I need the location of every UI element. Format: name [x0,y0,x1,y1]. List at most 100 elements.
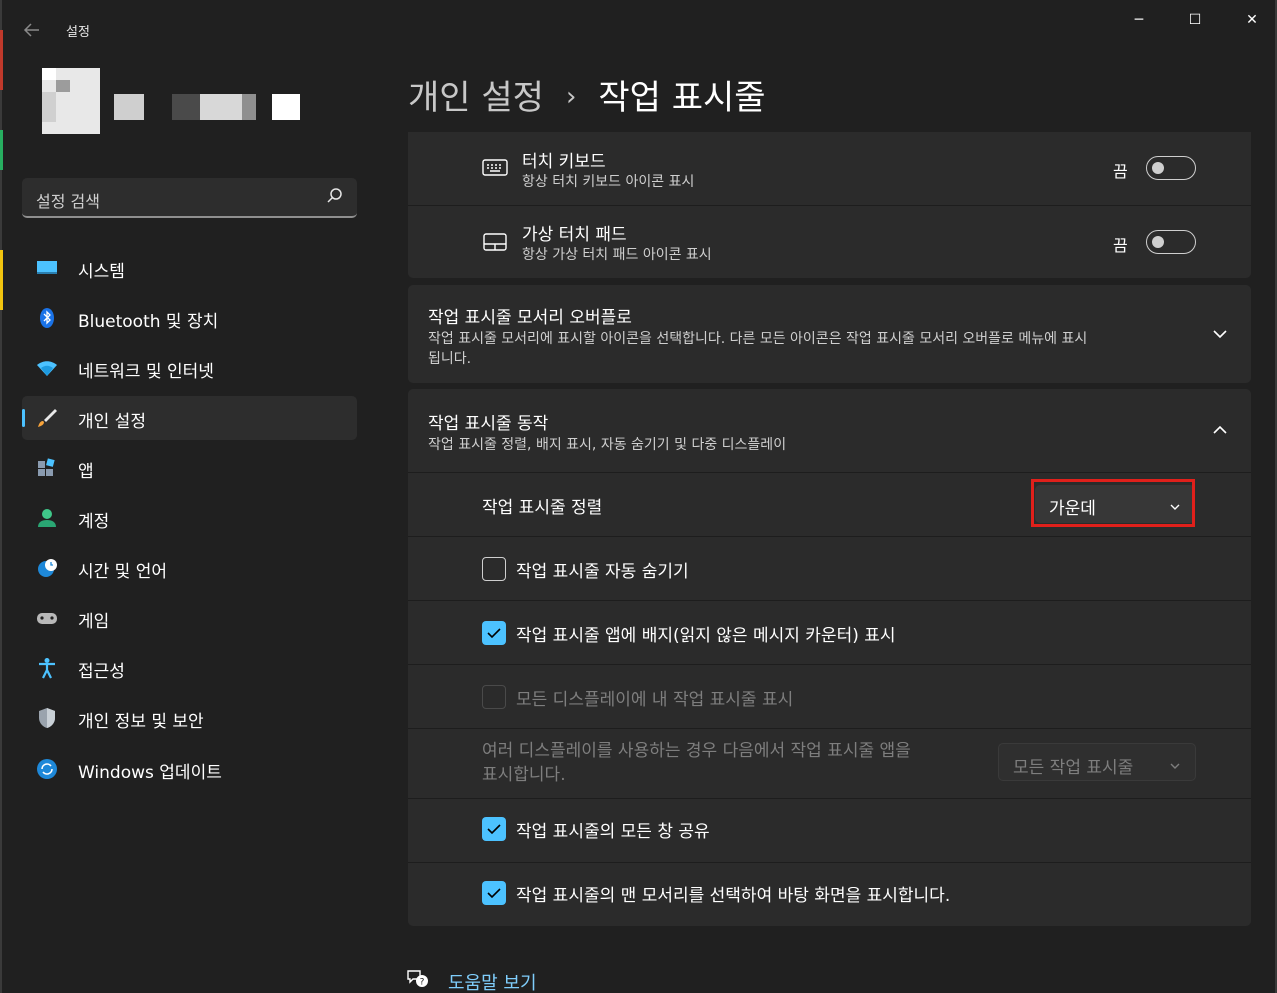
highlight-box [1031,479,1195,527]
multi-display-value: 모든 작업 표시줄 [1013,758,1134,778]
share-windows-label: 작업 표시줄의 모든 창 공유 [516,822,710,842]
touch-keyboard-toggle[interactable] [1146,156,1196,180]
sidebar-item-accessibility[interactable]: 접근성 [22,646,357,690]
breadcrumb-parent[interactable]: 개인 설정 [408,78,544,118]
bluetooth-icon [36,307,58,329]
sidebar-item-label: 계정 [78,512,110,532]
show-desktop-checkbox[interactable] [482,881,506,905]
help-chat-icon: ? [406,968,430,990]
all-displays-checkbox[interactable] [482,685,506,709]
overflow-subtitle-1: 작업 표시줄 모서리에 표시할 아이콘을 선택합니다. 다른 모든 아이콘은 작… [428,331,1088,347]
multi-display-label-2: 표시합니다. [482,765,566,785]
virtual-touchpad-state: 끔 [1113,236,1128,255]
badges-checkbox[interactable] [482,621,506,645]
virtual-touchpad-title: 가상 터치 패드 [522,225,627,245]
keyboard-icon [482,158,508,178]
back-arrow-icon[interactable] [20,18,44,42]
search-input[interactable]: 설정 검색 [22,178,357,218]
multi-display-label-1: 여러 디스플레이를 사용하는 경우 다음에서 작업 표시줄 앱을 [482,741,911,761]
close-button[interactable]: ✕ [1229,8,1275,32]
active-indicator [22,409,25,427]
auto-hide-label: 작업 표시줄 자동 숨기기 [516,562,689,582]
taskbar-corner-icons-card: 터치 키보드 항상 터치 키보드 아이콘 표시 끔 가상 터치 패드 항상 가상… [408,132,1251,278]
auto-hide-checkbox[interactable] [482,557,506,581]
toggle-knob [1152,162,1164,174]
show-desktop-label: 작업 표시줄의 맨 모서리를 선택하여 바탕 화면을 표시합니다. [516,886,951,906]
maximize-button[interactable]: ☐ [1172,8,1218,32]
minimize-button[interactable]: ─ [1116,8,1162,32]
sidebar-item-gaming[interactable]: 게임 [22,596,357,640]
accessibility-icon [36,657,58,679]
badges-row: 작업 표시줄 앱에 배지(읽지 않은 메시지 카운터) 표시 [408,601,1251,664]
left-accent-strip-2 [0,130,3,170]
chevron-up-icon[interactable] [1210,420,1230,440]
sidebar-item-apps[interactable]: 앱 [22,446,357,490]
get-help-link[interactable]: 도움말 보기 [448,969,537,993]
behaviors-title: 작업 표시줄 동작 [428,414,549,434]
multi-display-row: 여러 디스플레이를 사용하는 경우 다음에서 작업 표시줄 앱을 표시합니다. … [408,729,1251,798]
touch-keyboard-row: 터치 키보드 항상 터치 키보드 아이콘 표시 끔 [408,132,1251,205]
touch-keyboard-subtitle: 항상 터치 키보드 아이콘 표시 [522,174,695,190]
app-title: 설정 [66,25,90,40]
share-windows-row: 작업 표시줄의 모든 창 공유 [408,799,1251,862]
search-icon [325,186,345,206]
apps-icon [36,457,58,479]
toggle-knob [1152,236,1164,248]
sidebar-item-windows-update[interactable]: Windows 업데이트 [22,747,357,791]
avatar[interactable] [42,68,100,134]
behaviors-subtitle: 작업 표시줄 정렬, 배지 표시, 자동 숨기기 및 다중 디스플레이 [428,437,787,453]
sidebar-item-privacy[interactable]: 개인 정보 및 보안 [22,696,357,740]
svg-text:?: ? [420,978,425,988]
sidebar-item-label: 시간 및 언어 [78,562,168,582]
breadcrumb-separator: › [565,82,577,112]
overflow-title: 작업 표시줄 모서리 오버플로 [428,308,632,328]
profile-name-blurred [114,94,144,120]
alignment-label: 작업 표시줄 정렬 [482,498,603,518]
sidebar-item-accounts[interactable]: 계정 [22,496,357,540]
shield-icon [36,707,58,729]
sidebar-item-system[interactable]: 시스템 [22,246,357,290]
sidebar-item-label: 개인 설정 [78,412,146,432]
virtual-touchpad-subtitle: 항상 가상 터치 패드 아이콘 표시 [522,247,712,263]
sidebar-item-label: Windows 업데이트 [78,763,222,783]
taskbar-corner-overflow-card[interactable]: 작업 표시줄 모서리 오버플로 작업 표시줄 모서리에 표시할 아이콘을 선택합… [408,285,1251,383]
sidebar-item-bluetooth[interactable]: Bluetooth 및 장치 [22,296,357,340]
sidebar-item-time-language[interactable]: 시간 및 언어 [22,546,357,590]
badges-label: 작업 표시줄 앱에 배지(읽지 않은 메시지 카운터) 표시 [516,626,896,646]
touch-keyboard-title: 터치 키보드 [522,152,606,172]
sidebar-item-network[interactable]: 네트워크 및 인터넷 [22,346,357,390]
sidebar-item-label: Bluetooth 및 장치 [78,312,219,332]
alignment-row: 작업 표시줄 정렬 가운데 [408,473,1251,536]
sidebar-item-label: 개인 정보 및 보안 [78,712,204,732]
share-windows-checkbox[interactable] [482,817,506,841]
title-bar: 설정 ─ ☐ ✕ [0,0,1277,60]
globe-clock-icon [36,557,58,579]
virtual-touchpad-toggle[interactable] [1146,230,1196,254]
sidebar-item-label: 시스템 [78,262,125,282]
sidebar-item-personalization[interactable]: 개인 설정 [22,396,357,440]
touchpad-icon [482,232,508,252]
show-desktop-row: 작업 표시줄의 맨 모서리를 선택하여 바탕 화면을 표시합니다. [408,863,1251,926]
gamepad-icon [36,607,58,629]
profile-email-blurred-3 [242,94,256,120]
virtual-touchpad-row: 가상 터치 패드 항상 가상 터치 패드 아이콘 표시 끔 [408,206,1251,278]
behaviors-header[interactable]: 작업 표시줄 동작 작업 표시줄 정렬, 배지 표시, 자동 숨기기 및 다중 … [408,389,1251,472]
page-title: 작업 표시줄 [598,78,766,118]
profile-email-blurred-4 [272,94,300,120]
multi-display-dropdown[interactable]: 모든 작업 표시줄 [998,743,1196,781]
search-placeholder: 설정 검색 [36,192,100,211]
account-icon [36,507,58,529]
auto-hide-row: 작업 표시줄 자동 숨기기 [408,537,1251,600]
paintbrush-icon [36,407,58,429]
sidebar-item-label: 앱 [78,462,94,482]
windows-update-icon [36,758,58,780]
taskbar-behaviors-card: 작업 표시줄 동작 작업 표시줄 정렬, 배지 표시, 자동 숨기기 및 다중 … [408,389,1251,926]
wifi-icon [36,357,58,379]
chevron-down-icon[interactable] [1210,324,1230,344]
touch-keyboard-state: 끔 [1113,162,1128,181]
profile-email-blurred [172,94,200,120]
sidebar-item-label: 게임 [78,612,110,632]
sidebar-item-label: 네트워크 및 인터넷 [78,362,214,382]
all-displays-row: 모든 디스플레이에 내 작업 표시줄 표시 [408,665,1251,728]
system-monitor-icon [36,257,58,279]
